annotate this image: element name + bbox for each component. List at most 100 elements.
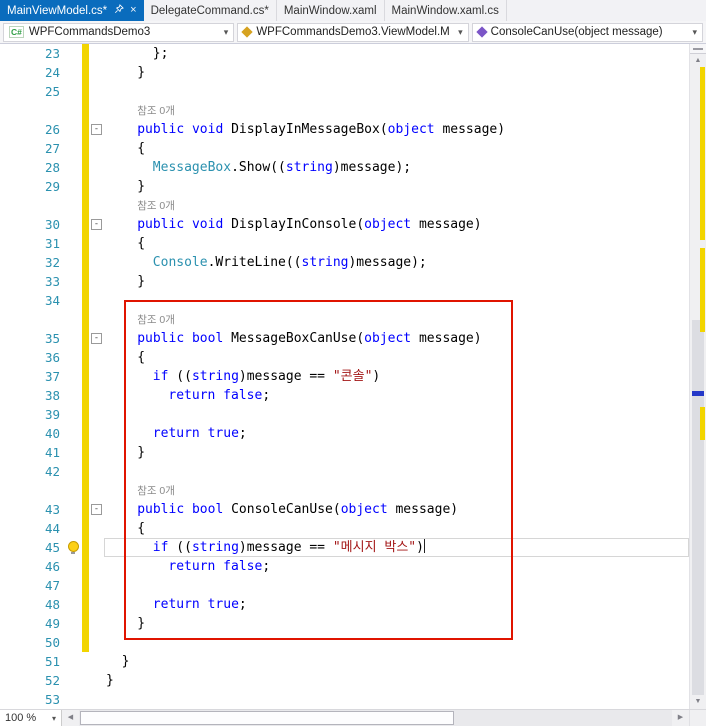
line-number: 48: [44, 597, 60, 612]
pin-icon[interactable]: [114, 4, 125, 17]
scrollbar-corner: [689, 710, 706, 726]
code-token: {: [137, 521, 146, 536]
horizontal-scrollbar[interactable]: [79, 710, 672, 726]
codelens-row[interactable]: 참조 0개: [0, 310, 689, 329]
code-line[interactable]: 28 MessageBox.Show((string)message);: [0, 158, 689, 177]
code-line[interactable]: 52}: [0, 671, 689, 690]
lightbulb-icon[interactable]: [68, 541, 79, 554]
codelens-references[interactable]: 참조 0개: [137, 105, 175, 117]
codelens-row[interactable]: 참조 0개: [0, 481, 689, 500]
code-line[interactable]: 30- public void DisplayInConsole(object m…: [0, 215, 689, 234]
code-line[interactable]: 47: [0, 576, 689, 595]
code-line[interactable]: 43- public bool ConsoleCanUse(object mess…: [0, 500, 689, 519]
fold-margin: [89, 519, 104, 538]
glyph-margin: [66, 671, 82, 690]
code-line[interactable]: 46 return false;: [0, 557, 689, 576]
scroll-right-icon[interactable]: ▶: [672, 710, 689, 726]
fold-collapse-icon[interactable]: -: [91, 219, 102, 230]
tab-delegatecommand-cs-[interactable]: DelegateCommand.cs*: [144, 0, 277, 21]
scrollbar-thumb[interactable]: [692, 320, 704, 695]
code-line[interactable]: 24}: [0, 63, 689, 82]
fold-margin: [89, 291, 104, 310]
code-line[interactable]: 51}: [0, 652, 689, 671]
code-token: string: [301, 255, 349, 270]
project-dropdown[interactable]: C# WPFCommandsDemo3 ▾: [3, 22, 235, 42]
code-token: object: [364, 331, 412, 346]
codelens-references[interactable]: 참조 0개: [137, 485, 175, 497]
code-line[interactable]: 38 return false;: [0, 386, 689, 405]
glyph-margin: [66, 652, 82, 671]
csharp-project-icon: C#: [9, 26, 24, 38]
split-window-handle[interactable]: [690, 44, 706, 54]
scroll-up-icon[interactable]: ▲: [690, 54, 706, 67]
code-editor[interactable]: 23}; 24} 25 참조 0개 26- public void DisplayInMe…: [0, 44, 689, 709]
member-dropdown[interactable]: ConsoleCanUse(object message) ▾: [471, 22, 703, 42]
code-line[interactable]: 35- public bool MessageBoxCanUse(object m…: [0, 329, 689, 348]
code-line[interactable]: 37 if ((string)message == "콘솔"): [0, 367, 689, 386]
code-line[interactable]: 26- public void DisplayInMessageBox(objec…: [0, 120, 689, 139]
vertical-scrollbar[interactable]: ▲ ▼: [689, 44, 706, 709]
line-number: 49: [44, 616, 60, 631]
scroll-left-icon[interactable]: ◀: [62, 710, 79, 726]
code-line[interactable]: 23};: [0, 44, 689, 63]
codelens-row[interactable]: 참조 0개: [0, 101, 689, 120]
line-number: 30: [44, 217, 60, 232]
horizontal-scrollbar-thumb[interactable]: [80, 711, 454, 725]
code-text: public bool ConsoleCanUse(object message…: [104, 500, 689, 519]
change-bar: [82, 367, 89, 386]
line-number: [0, 196, 66, 215]
code-token: object: [340, 502, 388, 517]
tab-mainwindow-xaml[interactable]: MainWindow.xaml: [277, 0, 385, 21]
code-line[interactable]: 39: [0, 405, 689, 424]
fold-collapse-icon[interactable]: -: [91, 124, 102, 135]
codelens-references[interactable]: 참조 0개: [137, 314, 175, 326]
fold-collapse-icon[interactable]: -: [91, 333, 102, 344]
code-line[interactable]: 42: [0, 462, 689, 481]
code-line[interactable]: 33}: [0, 272, 689, 291]
code-token: MessageBox: [152, 160, 232, 175]
code-line[interactable]: 25: [0, 82, 689, 101]
glyph-margin: [66, 329, 82, 348]
scrollbar-track[interactable]: [690, 67, 706, 695]
code-token: if: [152, 540, 169, 555]
code-line[interactable]: 32 Console.WriteLine((string)message);: [0, 253, 689, 272]
change-bar: [82, 215, 89, 234]
zoom-select[interactable]: 100 % ▾: [0, 710, 62, 726]
fold-margin: [89, 196, 104, 215]
code-line[interactable]: 41}: [0, 443, 689, 462]
close-icon[interactable]: ×: [130, 5, 136, 16]
change-bar: [82, 595, 89, 614]
code-line[interactable]: 53: [0, 690, 689, 709]
code-line[interactable]: 50: [0, 633, 689, 652]
glyph-margin: [66, 177, 82, 196]
fold-collapse-icon[interactable]: -: [91, 504, 102, 515]
line-number: 42: [44, 464, 60, 479]
code-line[interactable]: 34: [0, 291, 689, 310]
scroll-down-icon[interactable]: ▼: [690, 695, 706, 709]
tab-mainviewmodel-cs-[interactable]: MainViewModel.cs* ×: [0, 0, 144, 21]
glyph-margin: [66, 424, 82, 443]
code-token: ;: [238, 426, 247, 441]
type-dropdown[interactable]: WPFCommandsDemo3.ViewModel.M ▾: [237, 22, 469, 42]
glyph-margin: [66, 196, 82, 215]
codelens-references[interactable]: 참조 0개: [137, 200, 175, 212]
fold-margin: [89, 310, 104, 329]
code-line[interactable]: 49}: [0, 614, 689, 633]
change-bar: [82, 386, 89, 405]
codelens-row[interactable]: 참조 0개: [0, 196, 689, 215]
code-line[interactable]: 27 {: [0, 139, 689, 158]
change-bar: [82, 424, 89, 443]
line-number: 40: [44, 426, 60, 441]
code-line[interactable]: 40 return true;: [0, 424, 689, 443]
code-line[interactable]: 36 {: [0, 348, 689, 367]
code-line[interactable]: 48 return true;: [0, 595, 689, 614]
code-line[interactable]: 44 {: [0, 519, 689, 538]
code-line[interactable]: 45 if ((string)message == "메시지 박스"): [0, 538, 689, 557]
code-line[interactable]: 31 {: [0, 234, 689, 253]
code-line[interactable]: 29}: [0, 177, 689, 196]
glyph-margin: [66, 443, 82, 462]
line-number: 46: [44, 559, 60, 574]
tab-mainwindow-xaml-cs[interactable]: MainWindow.xaml.cs: [385, 0, 507, 21]
